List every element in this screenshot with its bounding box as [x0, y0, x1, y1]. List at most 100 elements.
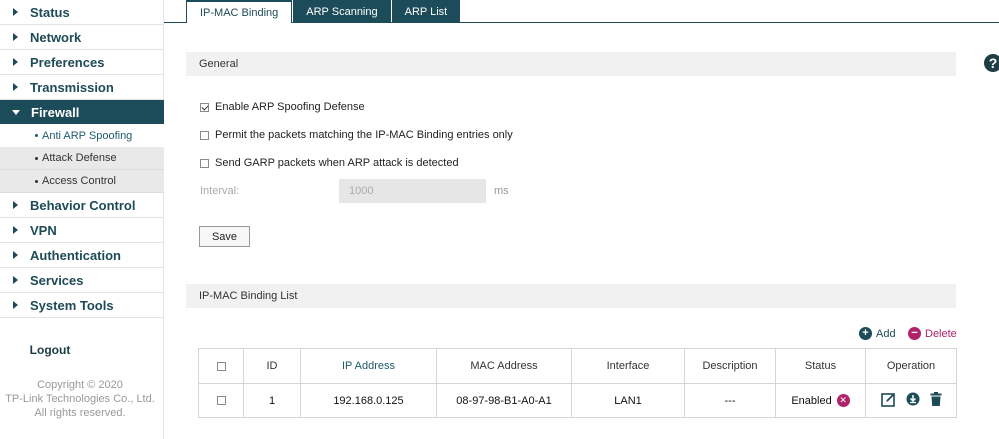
- save-button[interactable]: Save: [199, 226, 250, 247]
- column-header-description: Description: [684, 348, 776, 384]
- sidebar-item-network[interactable]: Network: [0, 25, 164, 50]
- delete-button[interactable]: − Delete: [908, 327, 957, 340]
- sidebar-item-label: Authentication: [30, 247, 121, 263]
- chevron-right-icon: [13, 201, 18, 209]
- checkbox-label: Permit the packets matching the IP-MAC B…: [215, 129, 513, 141]
- send-garp-checkbox[interactable]: Send GARP packets when ARP attack is det…: [200, 157, 459, 169]
- column-header-status: Status: [775, 348, 866, 384]
- copyright-line: Copyright © 2020: [37, 379, 123, 391]
- checkbox-icon[interactable]: [200, 130, 209, 140]
- sidebar-item-authentication[interactable]: Authentication: [0, 243, 164, 268]
- binding-table: ID IP Address MAC Address Interface Desc…: [198, 348, 957, 418]
- minus-icon: −: [908, 327, 921, 340]
- cell-status: Enabled ✕: [775, 383, 866, 418]
- checkbox-icon[interactable]: [200, 158, 209, 168]
- interval-label: Interval:: [200, 185, 240, 197]
- column-header-mac-address: MAC Address: [436, 348, 572, 384]
- bullet-icon: [35, 134, 38, 137]
- cell-id: 1: [243, 383, 301, 418]
- sidebar-item-label: Firewall: [31, 104, 80, 120]
- copyright-line: TP-Link Technologies Co., Ltd.: [5, 393, 155, 405]
- sidebar-item-label: Behavior Control: [30, 197, 136, 213]
- interval-input[interactable]: [339, 179, 486, 203]
- sidebar-item-label: Status: [30, 4, 70, 20]
- trash-icon[interactable]: [930, 392, 942, 406]
- chevron-right-icon: [13, 58, 18, 66]
- copyright: Copyright © 2020 TP-Link Technologies Co…: [0, 378, 160, 420]
- tab-arp-list[interactable]: ARP List: [391, 0, 461, 23]
- row-checkbox[interactable]: [216, 396, 226, 406]
- sidebar-subitem-label: Attack Defense: [42, 152, 117, 164]
- sidebar-subitem-label: Anti ARP Spoofing: [42, 129, 133, 142]
- sidebar-item-label: Transmission: [30, 79, 114, 95]
- help-icon[interactable]: ?: [984, 54, 999, 72]
- checkbox-label: Send GARP packets when ARP attack is det…: [215, 157, 459, 169]
- chevron-right-icon: [13, 276, 18, 284]
- sidebar-item-transmission[interactable]: Transmission: [0, 75, 164, 100]
- sidebar-item-system-tools[interactable]: System Tools: [0, 293, 164, 318]
- chevron-right-icon: [13, 226, 18, 234]
- column-header-id: ID: [243, 348, 301, 384]
- chevron-right-icon: [13, 8, 18, 16]
- sidebar-item-firewall[interactable]: Firewall: [0, 100, 164, 125]
- binding-list-section-header: IP-MAC Binding List: [186, 284, 956, 308]
- copyright-line: All rights reserved.: [34, 407, 126, 419]
- sidebar-item-label: VPN: [30, 222, 57, 238]
- column-header-interface: Interface: [571, 348, 685, 384]
- checkbox-checked-icon[interactable]: [200, 102, 209, 112]
- enable-arp-defense-checkbox[interactable]: Enable ARP Spoofing Defense: [200, 101, 365, 113]
- status-text: Enabled: [791, 394, 832, 407]
- logout-link[interactable]: Logout: [0, 343, 100, 357]
- chevron-right-icon: [13, 301, 18, 309]
- cell-interface: LAN1: [571, 383, 685, 418]
- sidebar-item-label: Services: [30, 272, 84, 288]
- chevron-down-icon: [12, 109, 20, 115]
- cell-ip-address: 192.168.0.125: [300, 383, 437, 418]
- general-section-header: General: [186, 52, 956, 76]
- delete-label: Delete: [925, 327, 957, 340]
- sidebar-item-services[interactable]: Services: [0, 268, 164, 293]
- sidebar: Status Network Preferences Transmission …: [0, 0, 164, 439]
- chevron-right-icon: [13, 251, 18, 259]
- sidebar-item-label: Preferences: [30, 54, 105, 70]
- chevron-right-icon: [13, 33, 18, 41]
- status-wrap: Enabled ✕: [791, 394, 850, 407]
- select-all-checkbox[interactable]: [216, 361, 226, 371]
- plus-icon: +: [859, 327, 872, 340]
- cell-mac-address: 08-97-98-B1-A0-A1: [436, 383, 572, 418]
- select-all-cell: [198, 348, 244, 384]
- interval-unit: ms: [494, 185, 509, 197]
- edit-icon[interactable]: [880, 392, 896, 407]
- add-button[interactable]: + Add: [859, 327, 896, 340]
- tab-ip-mac-binding[interactable]: IP-MAC Binding: [186, 0, 293, 23]
- column-header-ip-address[interactable]: IP Address: [300, 348, 437, 384]
- sidebar-subitem-anti-arp-spoofing[interactable]: Anti ARP Spoofing: [0, 124, 164, 147]
- table-row: 1 192.168.0.125 08-97-98-B1-A0-A1 LAN1 -…: [198, 383, 957, 418]
- column-header-operation: Operation: [865, 348, 957, 384]
- bullet-icon: [35, 179, 38, 183]
- sidebar-item-label: Network: [30, 29, 82, 45]
- sidebar-subitem-label: Access Control: [42, 175, 116, 187]
- chevron-right-icon: [13, 83, 18, 91]
- disable-x-icon[interactable]: ✕: [836, 394, 850, 407]
- cell-description: ---: [684, 383, 776, 418]
- sidebar-item-preferences[interactable]: Preferences: [0, 50, 164, 75]
- tab-arp-scanning[interactable]: ARP Scanning: [293, 0, 391, 23]
- active-tab-gap: [187, 22, 288, 23]
- row-select-cell: [198, 383, 244, 418]
- sidebar-item-label: System Tools: [30, 297, 114, 313]
- add-label: Add: [876, 327, 896, 340]
- sidebar-item-vpn[interactable]: VPN: [0, 218, 164, 243]
- sidebar-subitem-attack-defense[interactable]: Attack Defense: [0, 147, 164, 170]
- download-icon[interactable]: [906, 392, 920, 406]
- checkbox-label: Enable ARP Spoofing Defense: [215, 101, 365, 113]
- sidebar-subitem-access-control[interactable]: Access Control: [0, 170, 164, 193]
- operation-icons: [880, 392, 942, 407]
- cell-operation: [865, 383, 957, 418]
- table-header-row: ID IP Address MAC Address Interface Desc…: [198, 348, 957, 384]
- sidebar-item-behavior-control[interactable]: Behavior Control: [0, 193, 164, 218]
- bullet-icon: [35, 156, 38, 160]
- permit-binding-only-checkbox[interactable]: Permit the packets matching the IP-MAC B…: [200, 129, 513, 141]
- sidebar-item-status[interactable]: Status: [0, 0, 164, 25]
- tab-bar: IP-MAC Binding ARP Scanning ARP List: [186, 0, 461, 23]
